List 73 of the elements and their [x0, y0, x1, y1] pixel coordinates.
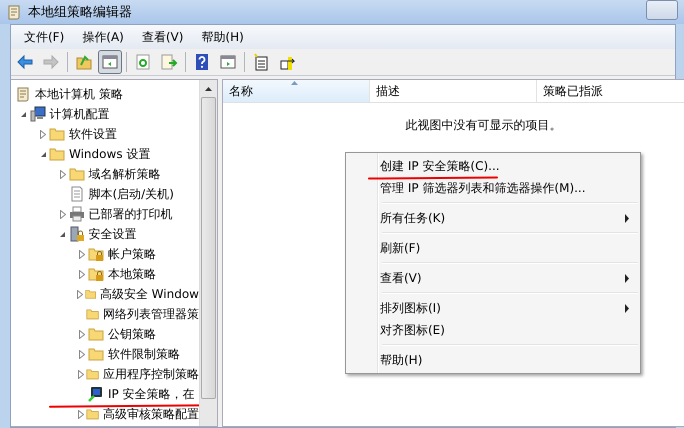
folder-icon — [88, 326, 104, 342]
locked-folder-icon — [88, 266, 104, 282]
printer-icon — [68, 206, 84, 222]
computer-icon — [30, 106, 46, 122]
menu-item[interactable]: 查看(V) — [132, 28, 192, 46]
menu-item[interactable]: 操作(A) — [73, 28, 133, 46]
tree-item[interactable]: 公钥策略 — [108, 326, 156, 342]
tree-item[interactable]: 帐户策略 — [108, 246, 156, 262]
menu-item[interactable]: 排列图标(I) — [348, 297, 638, 319]
sort-arrow-icon — [291, 81, 298, 85]
tree-item[interactable]: 脚本(启动/关机) — [88, 186, 174, 202]
computer-shield-icon — [88, 386, 104, 402]
close-button[interactable] — [646, 0, 678, 20]
scroll-up-icon[interactable] — [205, 86, 212, 90]
tree-item[interactable]: 本地策略 — [108, 266, 156, 282]
expander-icon[interactable] — [60, 170, 66, 178]
new-document-icon — [252, 53, 270, 71]
expander-icon[interactable] — [78, 410, 84, 418]
tree-item[interactable]: 网络列表管理器策 — [103, 306, 199, 322]
folder-icon — [68, 166, 84, 182]
menu-item[interactable]: 帮助(H) — [348, 349, 638, 371]
expander-icon[interactable] — [59, 230, 66, 238]
tree-item[interactable]: 计算机配置 — [50, 106, 110, 122]
tree-item[interactable]: 已部署的打印机 — [88, 206, 172, 222]
scroll-icon — [15, 86, 31, 102]
tree-item[interactable]: 安全设置 — [88, 226, 136, 242]
locked-folder-icon — [88, 246, 104, 262]
tree-item[interactable]: IP 安全策略，在 — [108, 386, 195, 402]
back-arrow-icon — [16, 53, 34, 71]
tree-item[interactable]: 软件限制策略 — [108, 346, 180, 362]
help-icon — [193, 53, 211, 71]
empty-message: 此视图中没有可显示的项目。 — [404, 117, 562, 134]
menu-item[interactable]: 对齐图标(E) — [348, 319, 638, 341]
tree-item[interactable]: 应用程序控制策略 — [103, 366, 199, 382]
expander-icon[interactable] — [78, 370, 84, 378]
scroll-icon — [6, 4, 22, 20]
panel-icon — [101, 53, 119, 71]
expander-icon[interactable] — [79, 270, 85, 278]
tree-item[interactable]: 高级审核策略配置 — [103, 406, 199, 422]
menu-item[interactable]: 管理 IP 筛选器列表和筛选器操作(M)... — [348, 177, 638, 199]
refresh-icon — [134, 53, 152, 71]
toolbar-button[interactable] — [98, 50, 122, 74]
tree-item[interactable]: 本地计算机 策略 — [35, 86, 123, 102]
expander-icon[interactable] — [60, 210, 66, 218]
column-header[interactable]: 名称 — [223, 80, 370, 102]
document-icon — [68, 186, 84, 202]
forward-arrow-icon — [42, 53, 60, 71]
menu-item[interactable]: 创建 IP 安全策略(C)... — [348, 155, 638, 177]
expander-icon[interactable] — [79, 330, 85, 338]
menu-item[interactable]: 所有任务(K) — [348, 207, 638, 229]
menu-item[interactable]: 查看(V) — [348, 267, 638, 289]
folder-icon — [88, 346, 104, 362]
expander-icon[interactable] — [40, 150, 46, 158]
menu-item[interactable]: 帮助(H) — [192, 28, 253, 46]
window-title: 本地组策略编辑器 — [28, 4, 132, 21]
scrollbar[interactable] — [199, 80, 217, 426]
tree-item[interactable]: 域名解析策略 — [88, 166, 160, 182]
tree-item[interactable]: 软件设置 — [69, 126, 117, 142]
expander-icon[interactable] — [20, 110, 27, 118]
folder-up-icon — [75, 53, 93, 71]
tree-item[interactable]: 高级安全 Window — [100, 286, 199, 302]
server-lock-icon — [68, 226, 84, 242]
folder-icon — [49, 146, 65, 162]
panel-icon — [219, 53, 237, 71]
tree-item[interactable]: Windows 设置 — [69, 146, 150, 162]
expander-icon[interactable] — [40, 130, 46, 138]
expander-icon[interactable] — [79, 250, 85, 258]
folder-icon — [49, 126, 65, 142]
expander-icon[interactable] — [77, 290, 84, 298]
expander-icon[interactable] — [79, 350, 85, 358]
export-list-icon — [160, 53, 178, 71]
menu-item[interactable]: 刷新(F) — [348, 237, 638, 259]
menu-item[interactable]: 文件(F) — [15, 28, 74, 46]
